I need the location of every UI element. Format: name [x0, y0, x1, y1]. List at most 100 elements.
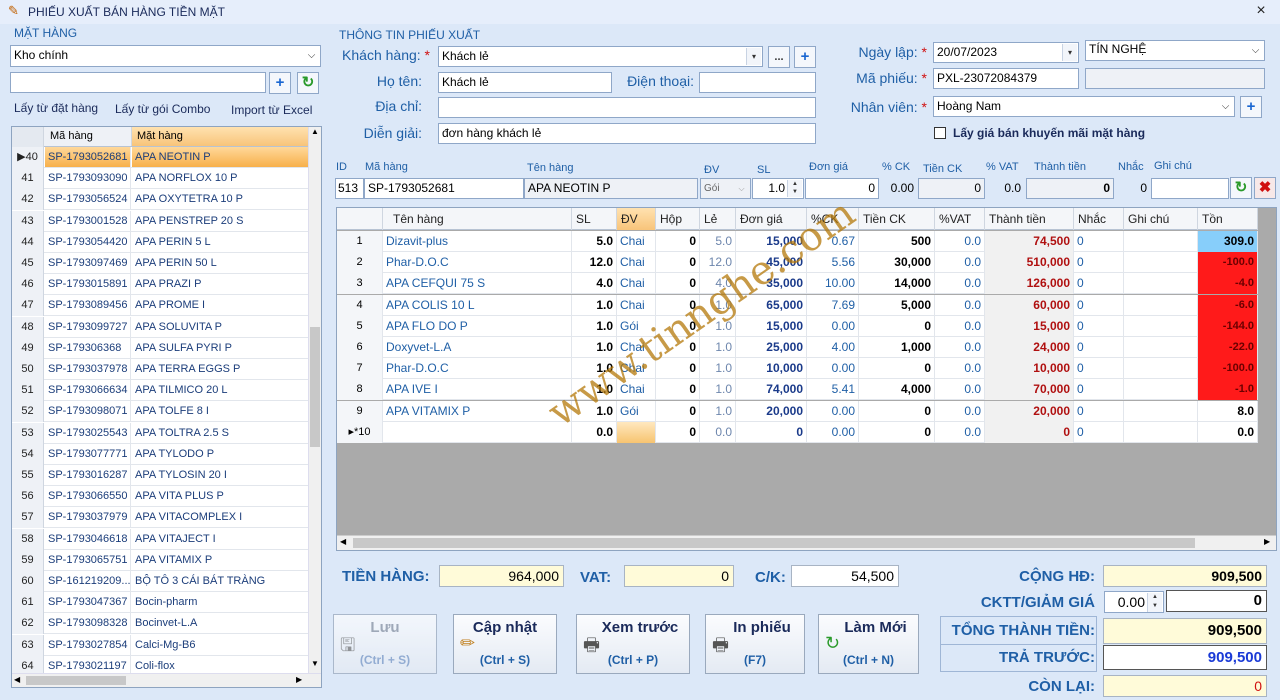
update-button[interactable]: ✏ Cập nhật (Ctrl + S) — [453, 614, 557, 674]
chevron-down-icon[interactable]: ▾ — [746, 48, 761, 65]
scroll-left-icon[interactable]: ◀ — [340, 537, 346, 546]
product-row[interactable]: 62 SP-1793098328 Bocinvet-L.A — [12, 613, 308, 635]
store-select[interactable]: TÍN NGHỆ ⌵ — [1085, 40, 1265, 61]
column-header-row-index[interactable] — [337, 208, 383, 230]
scrollbar-thumb[interactable] — [310, 327, 320, 447]
product-row[interactable]: 46 SP-1793015891 APA PRAZI P — [12, 274, 308, 296]
column-header-item-price[interactable]: Đơn giá — [736, 208, 807, 230]
payment-discount-pct[interactable]: 0.00 ▲ ▼ — [1104, 591, 1164, 613]
column-header-item-remind[interactable]: Nhắc — [1074, 208, 1124, 230]
scroll-up-icon[interactable]: ▲ — [310, 127, 320, 139]
product-row[interactable]: 50 SP-1793037978 APA TERRA EGGS P — [12, 359, 308, 380]
scroll-right-icon[interactable]: ▶ — [296, 675, 302, 684]
product-row[interactable]: 43 SP-1793001528 APA PENSTREP 20 S — [12, 210, 308, 232]
entry-vat-field[interactable]: 0.0 — [986, 178, 1024, 199]
column-header-item-unit-qty[interactable]: Lẻ — [700, 208, 736, 230]
vertical-scrollbar[interactable]: ▲ ▼ — [308, 127, 321, 673]
warehouse-select[interactable]: Kho chính ⌵ — [10, 45, 321, 67]
order-item-row[interactable]: ▸*10 0.0 0 0.0 0 0.00 0 0.0 0 0 0.0 — [337, 421, 1258, 443]
horizontal-scrollbar[interactable]: ◀ ▶ — [12, 673, 321, 687]
column-header-item-stock[interactable]: Tồn — [1198, 208, 1258, 230]
entry-id-field[interactable]: 513 — [335, 178, 364, 199]
spinner-icon[interactable]: ▲ ▼ — [1147, 593, 1162, 612]
new-button[interactable]: ↻ Làm Mới (Ctrl + N) — [818, 614, 919, 674]
address-field[interactable] — [438, 97, 816, 118]
column-header-item-box[interactable]: Hộp — [656, 208, 700, 230]
product-row[interactable]: 54 SP-1793077771 APA TYLODO P — [12, 443, 308, 465]
refresh-icon[interactable]: ↻ — [297, 72, 319, 94]
chevron-down-icon[interactable]: ⌵ — [1248, 42, 1263, 59]
product-row[interactable]: 58 SP-1793046618 APA VITAJECT I — [12, 528, 308, 550]
product-row[interactable]: 56 SP-1793066550 APA VITA PLUS P — [12, 486, 308, 508]
column-header-item-note[interactable]: Ghi chú — [1124, 208, 1198, 230]
grid-horizontal-scrollbar[interactable]: ◀ ▶ — [337, 535, 1276, 550]
column-header-item-unit[interactable]: ĐV — [617, 208, 656, 230]
product-row[interactable]: 63 SP-1793027854 Calci-Mg-B6 — [12, 634, 308, 656]
entry-note-field[interactable] — [1151, 178, 1229, 199]
product-row[interactable]: 44 SP-1793054420 APA PERIN 5 L — [12, 231, 308, 253]
product-row[interactable]: 47 SP-1793089456 APA PROME I — [12, 295, 308, 317]
product-row[interactable]: 48 SP-1793099727 APA SOLUVITA P — [12, 316, 308, 338]
chevron-down-icon[interactable]: ⌵ — [304, 47, 319, 64]
product-row[interactable]: 59 SP-1793065751 APA VITAMIX P — [12, 549, 308, 571]
order-item-row[interactable]: 2 Phar-D.O.C 12.0 Chai 0 12.0 45,000 5.56 30,000… — [337, 252, 1258, 274]
from-order-link[interactable]: Lấy từ đặt hàng — [14, 101, 98, 115]
from-combo-link[interactable]: Lấy từ gói Combo — [115, 102, 210, 116]
entry-unit-select[interactable]: Gói ⌵ — [700, 178, 751, 199]
promo-price-checkbox[interactable] — [934, 127, 946, 139]
column-header-name[interactable]: Mặt hàng — [132, 127, 308, 146]
close-button[interactable]: × — [1252, 2, 1270, 20]
import-excel-link[interactable]: Import từ Excel — [231, 103, 312, 117]
product-row[interactable]: 49 SP-179306368 APA SULFA PYRI P — [12, 337, 308, 359]
order-items-grid[interactable]: Tên hàng SL ĐV Hộp Lẻ Đơn giá %CK Tiền CK %VAT Th… — [336, 207, 1277, 551]
scroll-right-icon[interactable]: ▶ — [1264, 537, 1270, 546]
product-row[interactable]: ▶40 SP-1793052681 APA NEOTIN P — [12, 147, 308, 168]
order-item-row[interactable]: 5 APA FLO DO P 1.0 Gói 0 1.0 15,000 0.00 0 0.0 15,… — [337, 315, 1258, 337]
product-search-input[interactable] — [10, 72, 266, 93]
order-item-row[interactable]: 7 Phar-D.O.C 1.0 Chai 0 1.0 10,000 0.00 0 0.0 10,0… — [337, 358, 1258, 380]
name-field[interactable]: Khách lẻ — [438, 72, 612, 93]
column-header-code[interactable]: Mã hàng — [48, 127, 132, 146]
product-row[interactable]: 61 SP-1793047367 Bocin-pharm — [12, 592, 308, 614]
date-field[interactable]: 20/07/2023 ▾ — [933, 42, 1079, 63]
chevron-down-icon[interactable]: ⌵ — [1218, 98, 1233, 115]
order-item-row[interactable]: 3 APA CEFQUI 75 S 4.0 Chai 0 4.0 35,000 10.00 14… — [337, 273, 1258, 295]
order-item-row[interactable]: 4 APA COLIS 10 L 1.0 Chai 0 1.0 65,000 7.69 5,00… — [337, 294, 1258, 316]
column-header-item-total[interactable]: Thành tiền — [985, 208, 1074, 230]
entry-price-field[interactable]: 0 — [805, 178, 879, 199]
order-item-row[interactable]: 1 Dizavit-plus 5.0 Chai 0 5.0 15,000 0.67 500 0.0… — [337, 231, 1258, 252]
calendar-dropdown-icon[interactable]: ▾ — [1062, 44, 1077, 61]
column-header-item-pct-ck[interactable]: %CK — [807, 208, 859, 230]
order-item-row[interactable]: 6 Doxyvet-L.A 1.0 Chai 0 1.0 25,000 4.00 1,000 0.… — [337, 337, 1258, 358]
add-product-button[interactable]: + — [269, 72, 291, 94]
entry-remind-field[interactable]: 0 — [1115, 178, 1150, 199]
product-row[interactable]: 53 SP-1793025543 APA TOLTRA 2.5 S — [12, 422, 308, 444]
column-header-item-name[interactable]: Tên hàng — [383, 208, 572, 230]
print-button[interactable]: 🖶 In phiếu (F7) — [705, 614, 805, 674]
product-list-grid[interactable]: Mã hàng Mặt hàng ▶40 SP-1793052681 APA NEO… — [11, 126, 322, 688]
spinner-icon[interactable]: ▲ ▼ — [787, 180, 802, 197]
product-row[interactable]: 42 SP-1793056524 APA OXYTETRA 10 P — [12, 189, 308, 211]
product-row[interactable]: 60 SP-161219209... BỘ TÔ 3 CÁI BÁT TRÀNG — [12, 571, 308, 592]
entry-pctck-field[interactable]: 0.00 — [880, 178, 917, 199]
product-row[interactable]: 57 SP-1793037979 APA VITACOMPLEX I — [12, 507, 308, 529]
order-item-row[interactable]: 9 APA VITAMIX P 1.0 Gói 0 1.0 20,000 0.00 0 0.0 20… — [337, 400, 1258, 422]
product-row[interactable]: 55 SP-1793016287 APA TYLOSIN 20 I — [12, 465, 308, 486]
prepaid-field[interactable]: 909,500 — [1103, 645, 1267, 670]
h-scrollbar-thumb[interactable] — [26, 676, 126, 685]
voucher-code-field[interactable]: PXL-23072084379 — [933, 68, 1079, 89]
preview-button[interactable]: 🖶 Xem trước (Ctrl + P) — [576, 614, 690, 674]
column-header-item-ck[interactable]: Tiền CK — [859, 208, 935, 230]
payment-discount-field[interactable]: 0 — [1166, 590, 1267, 612]
staff-select[interactable]: Hoàng Nam ⌵ — [933, 96, 1235, 117]
add-customer-button[interactable]: + — [794, 46, 816, 68]
browse-customer-button[interactable]: ... — [768, 46, 790, 68]
column-header-item-qty[interactable]: SL — [572, 208, 617, 230]
scroll-left-icon[interactable]: ◀ — [14, 675, 20, 684]
entry-refresh-icon[interactable]: ↻ — [1230, 177, 1252, 199]
product-row[interactable]: 41 SP-1793093090 APA NORFLOX 10 P — [12, 168, 308, 190]
product-row[interactable]: 45 SP-1793097469 APA PERIN 50 L — [12, 253, 308, 274]
customer-select[interactable]: Khách lẻ ▾ — [438, 46, 763, 67]
phone-field[interactable] — [699, 72, 816, 93]
chevron-down-icon[interactable]: ⌵ — [734, 180, 749, 197]
